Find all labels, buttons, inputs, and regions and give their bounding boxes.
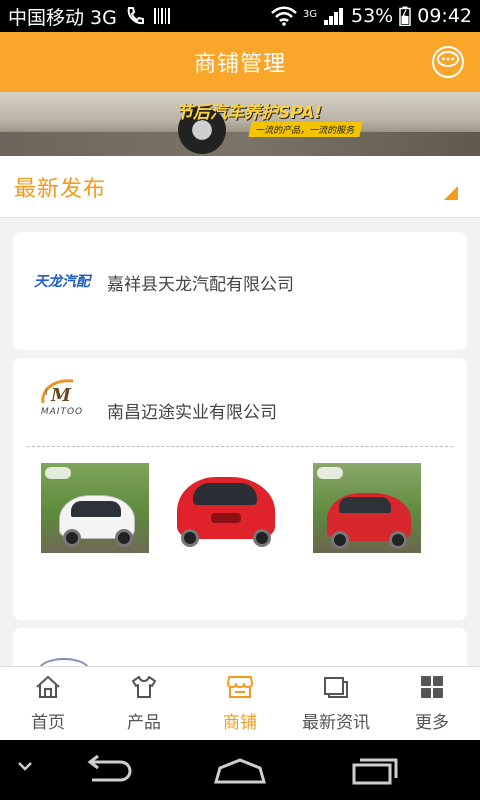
battery-percent-label: 53% — [351, 5, 394, 27]
shirt-icon — [130, 675, 158, 704]
carrier-label: 中国移动 3G — [8, 6, 117, 29]
tab-label: 更多 — [415, 712, 449, 733]
tab-more[interactable]: 更多 — [384, 667, 480, 740]
corner-triangle-icon — [444, 186, 458, 200]
chat-bubble-icon — [437, 51, 459, 73]
back-button[interactable] — [80, 754, 134, 790]
signal-icon — [323, 6, 345, 26]
hide-keyboard-button[interactable] — [14, 758, 36, 778]
home-outline-icon — [212, 756, 268, 788]
white-car-photo[interactable] — [41, 463, 149, 553]
tab-label: 商铺 — [223, 712, 257, 733]
tab-home[interactable]: 首页 — [0, 667, 96, 740]
red-car-photo[interactable] — [171, 463, 279, 553]
home-nav-button[interactable] — [212, 756, 268, 788]
chevron-down-icon — [14, 758, 36, 778]
tab-label: 产品 — [127, 712, 161, 733]
bottom-tab-bar: 首页 产品 商铺 最新资讯 更多 — [0, 666, 480, 740]
store-list[interactable]: 天龙汽配 嘉祥县天龙汽配有限公司 M i MAITOO 南昌迈途实业有限公司 — [0, 218, 480, 666]
back-arrow-icon — [80, 754, 134, 790]
banner-road-image — [0, 132, 480, 156]
status-bar: 中国移动 3G 3G 53% 09:42 — [0, 0, 480, 32]
tab-label: 最新资讯 — [302, 712, 370, 733]
clock-label: 09:42 — [417, 5, 472, 27]
tab-products[interactable]: 产品 — [96, 667, 192, 740]
recent-apps-button[interactable] — [350, 754, 400, 790]
phone-icon — [125, 6, 145, 26]
store-card[interactable] — [13, 628, 467, 666]
store-logo — [39, 658, 89, 666]
svg-text:i: i — [45, 388, 48, 398]
store-name: 嘉祥县天龙汽配有限公司 — [107, 275, 294, 295]
tab-stores[interactable]: 商铺 — [192, 667, 288, 740]
news-icon — [322, 675, 350, 704]
home-icon — [35, 675, 61, 704]
tab-news[interactable]: 最新资讯 — [288, 667, 384, 740]
grid-icon — [419, 675, 445, 704]
maitoo-mark-icon: M i — [41, 379, 74, 406]
message-button[interactable] — [432, 46, 464, 78]
store-name: 南昌迈途实业有限公司 — [107, 403, 277, 423]
latest-section-header[interactable]: 最新发布 — [0, 156, 480, 218]
dashed-divider — [27, 446, 453, 447]
barcode-icon — [153, 6, 171, 26]
store-card[interactable]: M i MAITOO 南昌迈途实业有限公司 — [13, 358, 467, 620]
store-logo: M i MAITOO — [27, 376, 97, 418]
banner-slogan: 节后汽车养护SPA! — [176, 103, 323, 123]
wifi-icon — [270, 6, 297, 26]
store-icon — [226, 675, 254, 704]
recent-apps-icon — [350, 754, 400, 790]
red-suv-photo[interactable] — [313, 463, 421, 553]
store-card[interactable]: 天龙汽配 嘉祥县天龙汽配有限公司 — [13, 232, 467, 350]
banner-subtitle: 一流的产品，一流的服务 — [248, 122, 363, 137]
page-title: 商铺管理 — [193, 52, 286, 77]
app-header: 商铺管理 — [0, 32, 480, 92]
product-photos — [41, 463, 441, 555]
svg-text:M: M — [50, 385, 72, 406]
battery-icon — [399, 6, 411, 26]
store-logo: 天龙汽配 — [34, 274, 90, 290]
section-title: 最新发布 — [14, 176, 107, 202]
tab-label: 首页 — [31, 712, 65, 733]
system-nav-bar — [0, 740, 480, 800]
network-type-label: 3G — [302, 9, 317, 20]
promo-banner[interactable]: 节后汽车养护SPA! 一流的产品，一流的服务 — [0, 92, 480, 156]
app-screen: 中国移动 3G 3G 53% 09:42 商铺管理 节后汽车养护SPA! 一流的… — [0, 0, 480, 800]
